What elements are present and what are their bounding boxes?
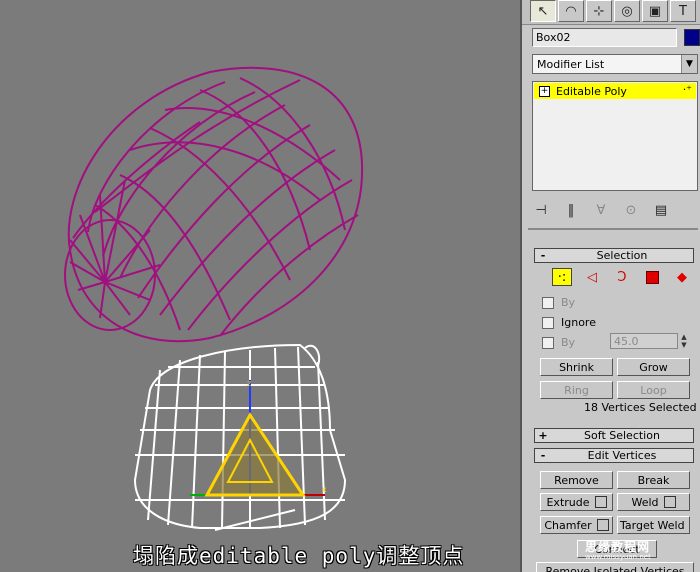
command-panel: ↖ ◠ ⊹ ◎ ▣ T Box02 Modifier List ▼ + Edit… xyxy=(520,0,700,572)
ring-button[interactable]: Ring xyxy=(540,381,613,399)
svg-text:z: z xyxy=(247,379,251,388)
show-end-result-icon[interactable]: ‖ xyxy=(562,203,580,218)
sparkle-icon: ·⁺ xyxy=(682,83,692,96)
object-name-field[interactable]: Box02 xyxy=(532,28,677,47)
remove-button[interactable]: Remove xyxy=(540,471,613,489)
divider xyxy=(528,228,698,230)
chevron-down-icon[interactable]: ▼ xyxy=(681,55,697,73)
object-color-swatch[interactable] xyxy=(684,29,700,46)
create-arrow-icon[interactable]: ↖ xyxy=(530,0,556,22)
settings-box-icon[interactable] xyxy=(596,519,609,531)
by-angle-checkbox[interactable]: By xyxy=(542,336,575,349)
transform-gizmo[interactable]: z x xyxy=(190,379,327,497)
edge-icon[interactable]: ◁ xyxy=(582,268,602,286)
soft-selection-rollout-header[interactable]: + Soft Selection xyxy=(534,428,694,443)
remove-isolated-vertices-button[interactable]: Remove Isolated Vertices xyxy=(536,562,694,572)
modifier-list-label: Modifier List xyxy=(537,58,605,71)
weld-button[interactable]: Weld xyxy=(617,493,690,511)
collapse-icon: - xyxy=(540,249,546,262)
settings-box-icon[interactable] xyxy=(663,496,676,508)
pin-stack-icon[interactable]: ⊣ xyxy=(532,203,550,218)
border-icon[interactable]: Ↄ xyxy=(612,268,632,286)
grow-button[interactable]: Grow xyxy=(617,358,690,376)
expand-icon[interactable]: + xyxy=(539,85,550,97)
remove-modifier-icon[interactable]: ⊙ xyxy=(622,203,640,218)
chamfer-button[interactable]: Chamfer xyxy=(540,516,613,534)
vertex-icon[interactable]: ·: xyxy=(552,268,572,286)
utilities-icon[interactable]: T xyxy=(670,0,696,22)
stack-item-label: Editable Poly xyxy=(556,84,627,98)
wireframe-scene: z x xyxy=(64,66,364,531)
make-unique-icon[interactable]: ∀ xyxy=(592,203,610,218)
modifier-stack[interactable]: + Editable Poly ·⁺ xyxy=(532,81,698,191)
target-weld-button[interactable]: Target Weld xyxy=(617,516,690,534)
polygon-icon[interactable] xyxy=(642,268,662,286)
modify-icon[interactable]: ◠ xyxy=(558,0,584,22)
settings-box-icon[interactable] xyxy=(594,496,607,508)
display-icon[interactable]: ▣ xyxy=(642,0,668,22)
upper-mesh-wireframe xyxy=(64,66,364,343)
selection-status-text: 18 Vertices Selected xyxy=(584,401,697,414)
selection-rollout-header[interactable]: - Selection xyxy=(534,248,694,263)
subobject-level-buttons: ·: ◁ Ↄ ◆ xyxy=(552,268,692,286)
svg-text:x: x xyxy=(322,485,327,494)
selection-rollout-title: Selection xyxy=(596,249,648,262)
edit-vertices-rollout-header[interactable]: - Edit Vertices xyxy=(534,448,694,463)
hierarchy-icon[interactable]: ⊹ xyxy=(586,0,612,22)
shrink-button[interactable]: Shrink xyxy=(540,358,613,376)
stack-toolbar: ⊣ ‖ ∀ ⊙ ▤ xyxy=(532,200,698,220)
motion-icon[interactable]: ◎ xyxy=(614,0,640,22)
by-vertex-checkbox[interactable]: By xyxy=(542,296,575,309)
break-button[interactable]: Break xyxy=(617,471,690,489)
expand-icon: + xyxy=(538,429,548,442)
soft-selection-title: Soft Selection xyxy=(584,429,660,442)
perspective-viewport[interactable]: z x 塌陷成editable poly调整顶点 xyxy=(0,0,520,572)
extrude-button[interactable]: Extrude xyxy=(540,493,613,511)
tutorial-caption: 塌陷成editable poly调整顶点 xyxy=(133,544,465,568)
modifier-list-dropdown[interactable]: Modifier List ▼ xyxy=(532,54,698,74)
configure-sets-icon[interactable]: ▤ xyxy=(652,203,670,218)
loop-button[interactable]: Loop xyxy=(617,381,690,399)
watermark-url: www.missyuan.net xyxy=(585,553,651,561)
spinner-arrows-icon[interactable]: ▲ ▼ xyxy=(679,333,689,349)
collapse-icon: - xyxy=(540,449,546,462)
angle-spinner-field[interactable]: 45.0 xyxy=(610,333,678,349)
command-panel-tabs: ↖ ◠ ⊹ ◎ ▣ T xyxy=(522,0,700,25)
ignore-backfacing-checkbox[interactable]: Ignore xyxy=(542,316,596,329)
stack-item-editable-poly[interactable]: + Editable Poly ·⁺ xyxy=(534,83,696,99)
edit-vertices-title: Edit Vertices xyxy=(587,449,657,462)
element-icon[interactable]: ◆ xyxy=(672,268,692,286)
